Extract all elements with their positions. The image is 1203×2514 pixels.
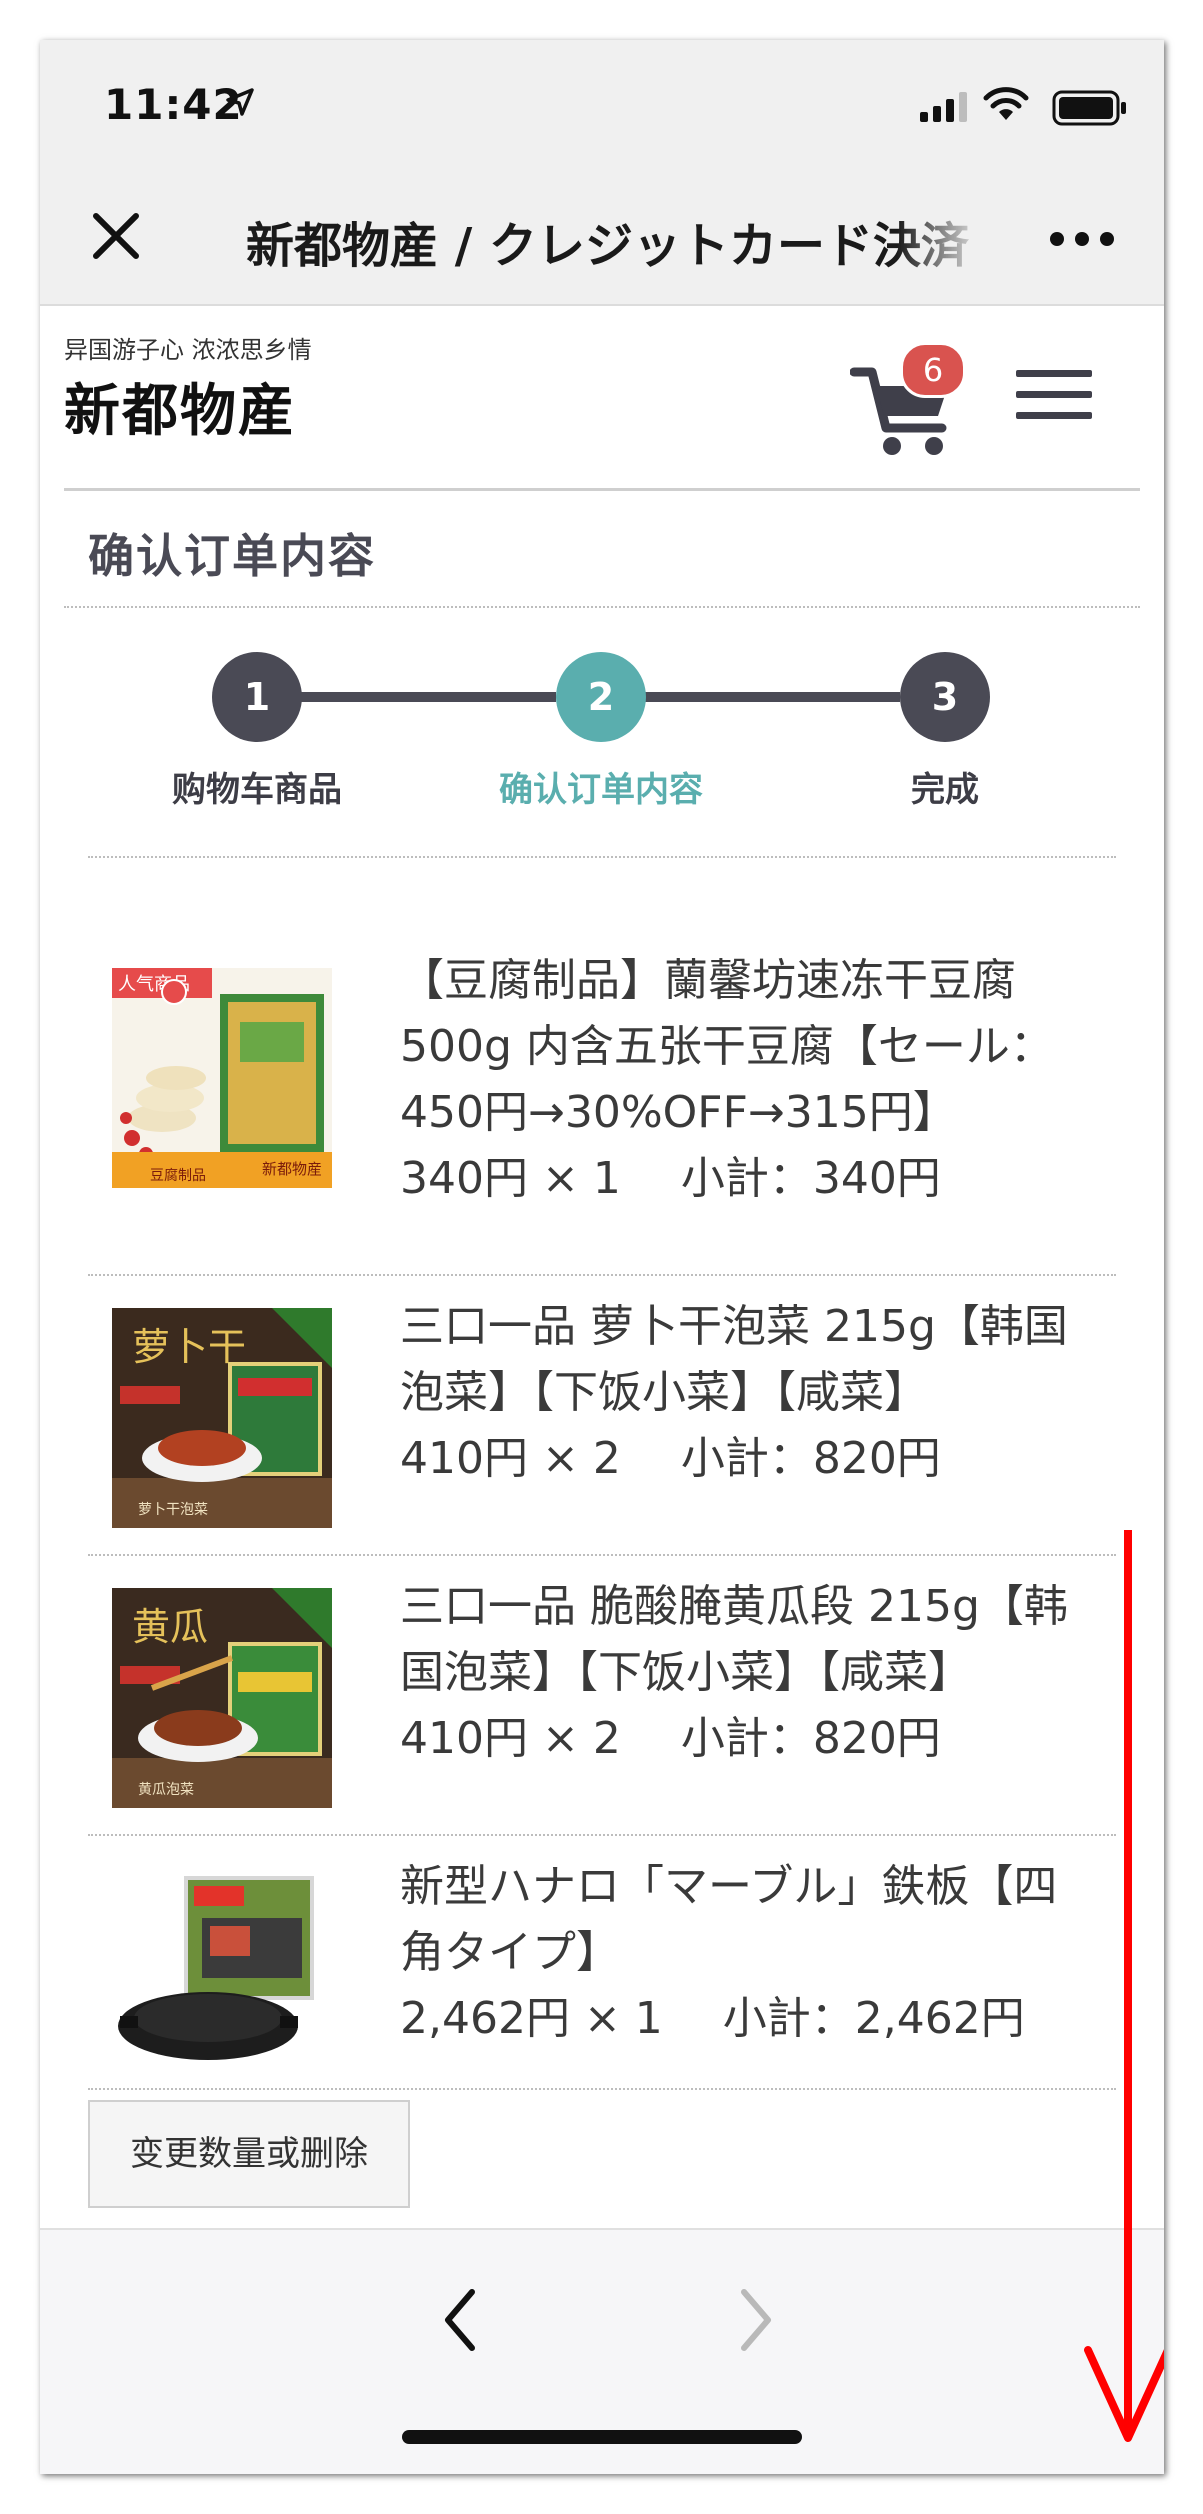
battery-icon (1052, 90, 1126, 126)
item-divider (88, 1834, 1116, 1836)
item-price-row: 340円 × 1 小計：340円 (400, 1146, 1140, 1212)
item-divider (88, 1274, 1116, 1276)
item-price: 410円 × 2 (400, 1433, 621, 1484)
browser-bottom-bar (40, 2228, 1164, 2474)
divider (64, 606, 1140, 608)
item-name-line: 新型ハナロ「マーブル」鉄板【四 (400, 1861, 1058, 1912)
item-subtotal: 小計：340円 (680, 1153, 941, 1204)
item-name-line: 国泡菜】【下饭小菜】【咸菜】 (400, 1647, 972, 1698)
item-subtotal: 小計：2,462円 (722, 1993, 1025, 2044)
site-tagline: 异国游子心 浓浓思乡情 (64, 336, 312, 364)
header-divider (64, 488, 1140, 491)
item-divider (88, 2088, 1116, 2090)
wifi-icon (983, 87, 1029, 120)
item-price-row: 2,462円 × 1 小計：2,462円 (400, 1986, 1140, 2052)
item-price-row: 410円 × 2 小計：820円 (400, 1426, 1140, 1492)
forward-chevron-icon[interactable] (726, 2280, 786, 2360)
item-price: 340円 × 1 (400, 1153, 621, 1204)
divider (88, 856, 1116, 858)
hamburger-menu-icon[interactable] (1016, 370, 1092, 434)
order-item: 萝卜干 萝卜干泡菜 三口一品 萝卜干泡菜 215g【韩国 泡菜】【下饭小菜】【咸… (88, 1280, 1116, 1550)
item-subtotal: 小計：820円 (680, 1713, 941, 1764)
item-subtotal: 小計：820円 (680, 1433, 941, 1484)
item-details: 三口一品 脆酸腌黄瓜段 215g【韩 国泡菜】【下饭小菜】【咸菜】 410円 ×… (400, 1574, 1140, 1772)
step-1-circle: 1 (212, 652, 302, 742)
location-arrow-icon (226, 88, 254, 116)
item-price: 410円 × 2 (400, 1713, 621, 1764)
svg-text:萝卜干泡菜: 萝卜干泡菜 (138, 1502, 208, 1518)
item-price-row: 410円 × 2 小計：820円 (400, 1706, 1140, 1772)
product-image[interactable]: 萝卜干 萝卜干泡菜 (112, 1308, 332, 1528)
status-time: 11:42 (104, 80, 243, 129)
close-icon[interactable] (84, 204, 148, 268)
home-indicator[interactable] (402, 2430, 802, 2444)
item-name-line: 角タイプ】 (400, 1927, 620, 1978)
item-name-line: 三口一品 萝卜干泡菜 215g【韩国 (400, 1301, 1068, 1352)
page-title: 确认订单内容 (88, 529, 376, 583)
site-logo-text[interactable]: 新都物産 (64, 366, 296, 447)
item-price: 2,462円 × 1 (400, 1993, 663, 2044)
svg-text:新都物産: 新都物産 (262, 1160, 322, 1178)
item-details: 新型ハナロ「マーブル」鉄板【四 角タイプ】 2,462円 × 1 小計：2,462… (400, 1854, 1140, 2052)
svg-text:黄瓜: 黄瓜 (132, 1605, 208, 1649)
product-image[interactable]: 人气商品 新都物産 豆腐制品 (112, 968, 332, 1188)
webview-header: 新都物産 / クレジットカード決済 (40, 170, 1164, 306)
item-name-line: 500g 内含五张干豆腐【セール： (400, 1021, 1054, 1072)
back-chevron-icon[interactable] (430, 2280, 490, 2360)
svg-text:豆腐制品: 豆腐制品 (150, 1167, 206, 1184)
status-bar: 11:42 (40, 40, 1164, 170)
item-name-line: 450円→30%OFF→315円】 (400, 1087, 957, 1138)
order-item: 黄瓜 黄瓜泡菜 三口一品 脆酸腌黄瓜段 215g【韩 国泡菜】【下饭小菜】【咸菜… (88, 1560, 1116, 1830)
product-image[interactable] (112, 1858, 332, 2078)
order-item: 人气商品 新都物産 豆腐制品 【豆腐制品】蘭馨坊速冻干豆腐 500g 内含五张干… (88, 920, 1116, 1250)
phone-screen: 11:42 新都物産 / クレジットカード決済 异国游子心 浓浓思乡情 新都物産… (40, 40, 1164, 2474)
scroll-down-arrow-icon (1084, 1530, 1164, 2442)
change-quantity-button[interactable]: 变更数量或删除 (88, 2100, 410, 2208)
item-divider (88, 1554, 1116, 1556)
item-name-line: 三口一品 脆酸腌黄瓜段 215g【韩 (400, 1581, 1068, 1632)
step-3-label: 完成 (911, 770, 979, 810)
svg-text:黄瓜泡菜: 黄瓜泡菜 (138, 1781, 194, 1798)
step-3-circle: 3 (900, 652, 990, 742)
step-2-circle: 2 (556, 652, 646, 742)
item-details: 三口一品 萝卜干泡菜 215g【韩国 泡菜】【下饭小菜】【咸菜】 410円 × … (400, 1294, 1140, 1492)
product-image[interactable]: 黄瓜 黄瓜泡菜 (112, 1588, 332, 1808)
cellular-signal-icon (920, 92, 967, 122)
item-details: 【豆腐制品】蘭馨坊速冻干豆腐 500g 内含五张干豆腐【セール： 450円→30… (400, 948, 1140, 1212)
cart-count-badge: 6 (900, 342, 966, 398)
step-1-label: 购物车商品 (172, 770, 342, 810)
order-item: 新型ハナロ「マーブル」鉄板【四 角タイプ】 2,462円 × 1 小計：2,462… (88, 1840, 1116, 2090)
more-options-icon[interactable] (1050, 224, 1126, 254)
webview-title: 新都物産 / クレジットカード決済 (246, 218, 969, 274)
item-name-line: 泡菜】【下饭小菜】【咸菜】 (400, 1367, 928, 1418)
step-2-label: 确认订单内容 (499, 770, 703, 810)
item-name-line: 【豆腐制品】蘭馨坊速冻干豆腐 (400, 955, 1016, 1006)
